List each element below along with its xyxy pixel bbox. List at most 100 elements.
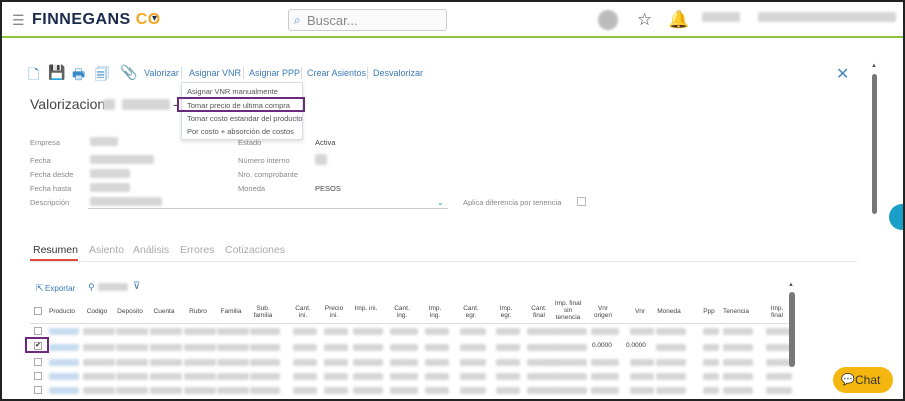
table-cell [353, 344, 383, 351]
tab-errores[interactable]: Errores [180, 244, 214, 256]
column-header[interactable]: Familia [217, 308, 245, 315]
grid-scrollbar[interactable] [789, 292, 795, 367]
column-header[interactable]: Deposito [116, 308, 144, 315]
toolbar-divider [367, 67, 368, 79]
user-company-blurred [758, 12, 896, 22]
title-blurred [122, 99, 170, 110]
desvalorizar-button[interactable]: Desvalorizar [373, 68, 423, 78]
table-cell [49, 328, 79, 335]
tab-asiento[interactable]: Asiento [89, 244, 124, 256]
table-cell [116, 373, 148, 380]
column-header[interactable]: Imp. ini. [353, 305, 379, 312]
column-header[interactable]: Rubro [184, 308, 212, 315]
column-header[interactable]: Moneda [656, 308, 682, 315]
table-cell [703, 387, 719, 394]
row-checkbox[interactable] [34, 327, 42, 335]
column-header[interactable]: Tenencia [723, 308, 749, 315]
table-cell [425, 359, 449, 366]
column-header[interactable]: Vnr origen [591, 305, 615, 319]
search-input[interactable]: ⌕ Buscar... [288, 9, 447, 31]
column-header[interactable]: Vnr [630, 308, 650, 315]
tab-resumen[interactable]: Resumen [33, 244, 78, 256]
export-icon[interactable]: ⇱ [36, 283, 44, 294]
column-header[interactable]: Sub. familia [250, 305, 276, 319]
row-checkbox-selected[interactable]: ✔ [34, 342, 42, 350]
moneda-label: Moneda [238, 184, 266, 193]
filter-icon[interactable]: ⊽ [133, 281, 140, 292]
grid-search-icon[interactable]: ⚲ [88, 282, 95, 293]
chat-button[interactable]: 💬 Chat [833, 367, 893, 393]
attach-icon[interactable]: 📎 [120, 64, 137, 81]
print-icon[interactable]: 🖶 [72, 64, 85, 88]
company-dropdown-caret-icon[interactable]: ▾ [152, 13, 157, 24]
column-header[interactable]: Imp. ing. [425, 305, 445, 319]
column-header[interactable]: Imp. egr. [496, 305, 516, 319]
title-blurred [103, 99, 115, 110]
column-header[interactable]: Cuenta [150, 308, 178, 315]
page-scroll-up-icon[interactable]: ▲ [871, 63, 877, 69]
row-checkbox[interactable] [34, 372, 42, 380]
crear-asientos-button[interactable]: Crear Asientos [307, 68, 366, 78]
grid-search-input[interactable] [98, 283, 128, 291]
table-cell [591, 387, 619, 394]
column-header[interactable]: Cant. ing. [390, 305, 414, 319]
chevron-down-icon[interactable]: ⌄ [437, 198, 444, 207]
select-all-checkbox[interactable] [34, 307, 42, 315]
table-cell [496, 344, 520, 351]
table-cell [723, 359, 753, 366]
page-scrollbar[interactable] [872, 74, 877, 214]
save-icon[interactable]: 💾 [48, 64, 65, 81]
row-checkbox[interactable] [34, 358, 42, 366]
table-cell [250, 359, 280, 366]
fecha-desde-value[interactable] [90, 169, 130, 178]
hamburger-menu-icon[interactable]: ☰ [12, 12, 25, 29]
table-cell [630, 387, 654, 394]
table-cell [83, 344, 115, 351]
column-header[interactable]: Cant. final [527, 305, 551, 319]
table-cell [425, 328, 449, 335]
table-cell [83, 359, 115, 366]
asignar-vnr-button[interactable]: Asignar VNR [189, 68, 241, 78]
dropdown-item-costo-estandar[interactable]: Tomar costo estandar del producto [187, 114, 302, 123]
new-document-icon[interactable]: 🗋 [28, 64, 39, 88]
column-header[interactable]: Codigo [83, 308, 111, 315]
table-cell [184, 344, 216, 351]
star-icon[interactable]: ☆ [637, 10, 652, 30]
column-header[interactable]: Precio ini. [324, 305, 344, 319]
table-cell [591, 359, 619, 366]
descripcion-value [90, 197, 162, 206]
tab-analisis[interactable]: Análisis [133, 244, 169, 256]
asignar-ppp-button[interactable]: Asignar PPP [249, 68, 300, 78]
table-cell [630, 328, 654, 335]
tab-cotizaciones[interactable]: Cotizaciones [225, 244, 285, 256]
table-cell [703, 328, 719, 335]
grid-scroll-up-icon[interactable]: ▲ [788, 282, 794, 288]
tab-divider [30, 261, 857, 262]
table-cell [496, 387, 520, 394]
column-header[interactable]: Producto [49, 308, 75, 315]
dropdown-item-absorcion[interactable]: Por costo + absorción de costos [187, 127, 294, 136]
bell-icon[interactable]: 🔔 [668, 10, 689, 30]
table-cell [766, 387, 792, 394]
fecha-hasta-value[interactable] [90, 183, 130, 192]
table-cell [217, 328, 249, 335]
table-cell [116, 387, 148, 394]
column-header[interactable]: Cant. ini. [293, 305, 313, 319]
app-logo[interactable]: FINNEGANS CO [32, 11, 161, 29]
fecha-value[interactable] [90, 155, 154, 164]
column-header[interactable]: Cant. egr. [460, 305, 482, 319]
column-header[interactable]: Imp. final [766, 305, 788, 319]
close-icon[interactable]: ✕ [836, 64, 849, 84]
column-header[interactable]: Ppp [703, 308, 715, 315]
dropdown-item-manual[interactable]: Asignar VNR manualmente [187, 87, 278, 96]
row-checkbox[interactable] [34, 386, 42, 394]
document-list-icon[interactable]: 🗐 [95, 64, 109, 88]
table-cell [324, 344, 348, 351]
table-cell [217, 373, 249, 380]
table-cell [150, 373, 182, 380]
export-button[interactable]: Exportar [45, 284, 75, 293]
avatar[interactable] [598, 10, 618, 30]
aplica-diferencia-checkbox[interactable] [577, 197, 586, 206]
valorizar-button[interactable]: Valorizar [144, 68, 179, 78]
column-header[interactable]: Imp. final sin tenencia [553, 300, 583, 321]
